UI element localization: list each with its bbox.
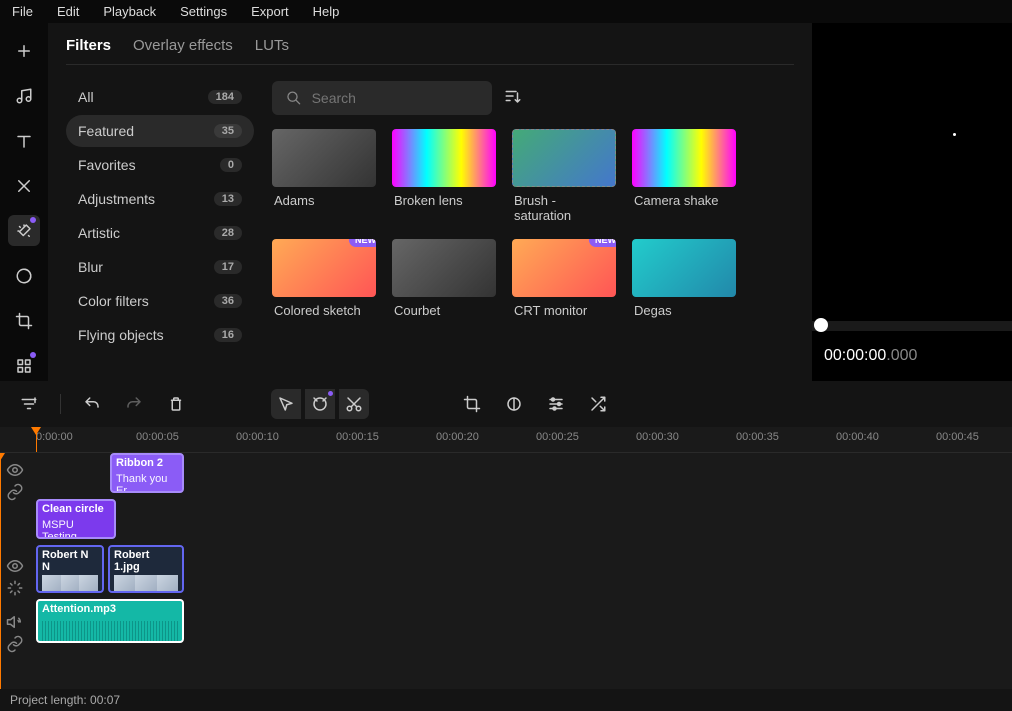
eye-icon[interactable] (6, 557, 24, 575)
speaker-icon[interactable] (6, 613, 24, 631)
category-color-filters[interactable]: Color filters36 (66, 285, 254, 317)
transition-icon[interactable] (8, 170, 40, 201)
filter-courbet[interactable]: Courbet (392, 239, 496, 318)
title-clip[interactable]: Clean circle MSPU Testing (36, 499, 116, 539)
preview-panel: 00:00:00.000 (812, 23, 1012, 381)
tab-overlay-effects[interactable]: Overlay effects (133, 37, 233, 54)
ruler-tick: 00:00:45 (936, 431, 979, 443)
undo-button[interactable] (77, 389, 107, 419)
category-adjustments[interactable]: Adjustments13 (66, 183, 254, 215)
ruler-tick: 00:00:05 (136, 431, 179, 443)
ruler-tick: 00:00:40 (836, 431, 879, 443)
text-icon[interactable] (8, 125, 40, 156)
filter-grid: AdamsBroken lensBrush - saturationCamera… (272, 129, 794, 318)
settings-sliders-icon[interactable] (541, 389, 571, 419)
category-all[interactable]: All184 (66, 81, 254, 113)
menu-settings[interactable]: Settings (180, 4, 227, 19)
filters-panel: Filters Overlay effects LUTs All184Feature… (48, 23, 812, 381)
filter-broken-lens[interactable]: Broken lens (392, 129, 496, 223)
category-artistic[interactable]: Artistic28 (66, 217, 254, 249)
search-input[interactable] (272, 81, 492, 115)
menu-playback[interactable]: Playback (103, 4, 156, 19)
search-icon (286, 89, 302, 107)
filter-camera-shake[interactable]: Camera shake (632, 129, 736, 223)
mask-icon[interactable] (8, 260, 40, 291)
audio-clip[interactable]: Attention.mp3 (36, 599, 184, 643)
category-list: All184Featured35Favorites0Adjustments13A… (66, 81, 254, 367)
category-blur[interactable]: Blur17 (66, 251, 254, 283)
menu-help[interactable]: Help (313, 4, 340, 19)
music-icon[interactable] (8, 80, 40, 111)
menu-file[interactable]: File (12, 4, 33, 19)
menu-edit[interactable]: Edit (57, 4, 79, 19)
search-field[interactable] (312, 90, 478, 106)
filter-tracks-button[interactable] (14, 389, 44, 419)
playhead-line[interactable] (0, 453, 1, 689)
category-favorites[interactable]: Favorites0 (66, 149, 254, 181)
panel-tabs: Filters Overlay effects LUTs (66, 37, 794, 65)
filter-adams[interactable]: Adams (272, 129, 376, 223)
select-tool[interactable] (271, 389, 301, 419)
category-featured[interactable]: Featured35 (66, 115, 254, 147)
sort-button[interactable] (504, 87, 522, 110)
filter-crt-monitor[interactable]: NEWCRT monitor (512, 239, 616, 318)
tab-filters[interactable]: Filters (66, 37, 111, 54)
link-icon[interactable] (6, 483, 24, 501)
cut-tool[interactable] (339, 389, 369, 419)
preview-canvas[interactable] (812, 23, 1012, 321)
sparkle-icon[interactable] (6, 579, 24, 597)
timecode: 00:00:00.000 (812, 331, 1012, 381)
crop-icon[interactable] (8, 305, 40, 336)
timeline-ruler[interactable]: 0:00:00 00:00:05 00:00:10 00:00:15 00:00:20 0… (0, 427, 1012, 453)
eye-icon[interactable] (6, 461, 24, 479)
delete-button[interactable] (161, 389, 191, 419)
category-flying-objects[interactable]: Flying objects16 (66, 319, 254, 351)
left-toolbar (0, 23, 48, 381)
status-bar: Project length: 00:07 (0, 689, 1012, 711)
tab-luts[interactable]: LUTs (255, 37, 289, 54)
color-adjust-icon[interactable] (499, 389, 529, 419)
ruler-tick: 00:00:25 (536, 431, 579, 443)
filter-colored-sketch[interactable]: NEWColored sketch (272, 239, 376, 318)
ruler-tick: 00:00:20 (436, 431, 479, 443)
effects-icon[interactable] (8, 215, 40, 246)
media-clip[interactable]: Robert N N (36, 545, 104, 593)
ruler-tick: 00:00:10 (236, 431, 279, 443)
unlink-icon[interactable] (6, 635, 24, 653)
menu-export[interactable]: Export (251, 4, 289, 19)
title-clip[interactable]: Ribbon 2 Thank you Er (110, 453, 184, 493)
timeline: 0:00:00 00:00:05 00:00:10 00:00:15 00:00:20 0… (0, 381, 1012, 711)
crop-icon[interactable] (457, 389, 487, 419)
apps-icon[interactable] (8, 350, 40, 381)
preview-scrubber[interactable] (812, 321, 1012, 331)
timeline-toolbar (0, 381, 1012, 427)
tracks[interactable]: Ribbon 2 Thank you Er Clean circle MSPU … (0, 453, 1012, 689)
ruler-tick: 0:00:00 (36, 431, 73, 443)
plus-icon[interactable] (8, 35, 40, 66)
filter-degas[interactable]: Degas (632, 239, 736, 318)
ruler-tick: 00:00:30 (636, 431, 679, 443)
shuffle-icon[interactable] (583, 389, 613, 419)
filter-brush-saturation[interactable]: Brush - saturation (512, 129, 616, 223)
media-clip[interactable]: Robert 1.jpg (108, 545, 184, 593)
ruler-tick: 00:00:35 (736, 431, 779, 443)
snap-tool[interactable] (305, 389, 335, 419)
playhead[interactable] (36, 427, 37, 452)
ruler-tick: 00:00:15 (336, 431, 379, 443)
menubar: File Edit Playback Settings Export Help (0, 0, 1012, 23)
redo-button[interactable] (119, 389, 149, 419)
